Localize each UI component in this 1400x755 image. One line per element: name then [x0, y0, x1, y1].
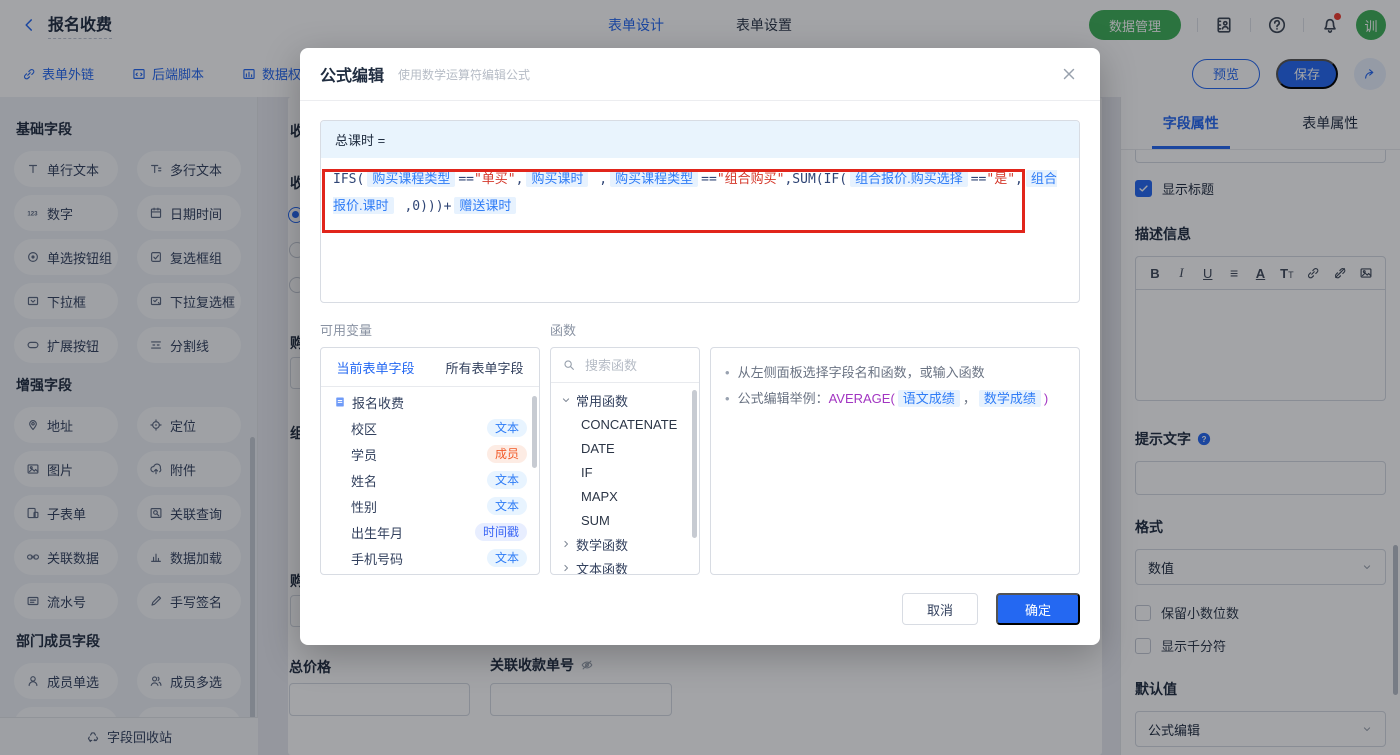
variable-field-row[interactable]: 出生年月 时间戳: [321, 519, 539, 545]
function-group[interactable]: 数学函数: [551, 532, 699, 556]
function-group[interactable]: 常用函数: [551, 388, 699, 412]
help-label-spacer: [710, 320, 1080, 340]
function-item[interactable]: IF: [551, 460, 699, 484]
function-group[interactable]: 文本函数: [551, 556, 699, 574]
help-box: 从左侧面板选择字段名和函数，或输入函数 公式编辑举例：AVERAGE(语文成绩，…: [710, 347, 1080, 575]
formula-token-field: 购买课时: [526, 170, 589, 187]
function-item[interactable]: DATE: [551, 436, 699, 460]
formula-token-code: ，: [962, 391, 976, 406]
field-type-badge: 文本: [486, 419, 527, 437]
formula-token-code: ==: [970, 172, 987, 187]
formula-token-field: 数学成绩: [978, 390, 1041, 407]
variable-field-row[interactable]: 性别 文本: [321, 493, 539, 519]
functions-label: 函数: [550, 323, 577, 338]
modal-title: 公式编辑: [320, 68, 385, 85]
modal-subtitle: 使用数学运算符编辑公式: [398, 67, 531, 82]
formula-token-code: ,: [591, 172, 608, 187]
functions-column: 函数 常用函数CONCATENATEDATEIFMAPXSUM数学函数文本函数: [550, 320, 700, 575]
formula-expression[interactable]: IFS(购买课程类型 =="单买", 购买课时 , 购买课程类型 =="组合购买",SU…: [321, 158, 1079, 228]
functions-scrollbar[interactable]: [692, 390, 697, 538]
functions-box: 常用函数CONCATENATEDATEIFMAPXSUM数学函数文本函数: [550, 347, 700, 575]
function-item[interactable]: MAPX: [551, 484, 699, 508]
variable-field-row[interactable]: 校区 文本: [321, 415, 539, 441]
field-type-badge: 时间戳: [474, 523, 527, 541]
confirm-button[interactable]: 确定: [996, 593, 1080, 625]
app-root: 报名收费 表单设计 表单设置 数据管理 训 表单外链 后端脚本 数据权限 预览 保存…: [0, 0, 1400, 755]
form-tree-root[interactable]: 报名收费: [321, 389, 539, 415]
variables-scrollbar[interactable]: [532, 396, 537, 468]
tab-current-form-fields[interactable]: 当前表单字段: [321, 358, 430, 377]
formula-token-str: "是": [986, 172, 1016, 187]
function-item[interactable]: CONCATENATE: [551, 412, 699, 436]
variables-label: 可用变量: [320, 323, 373, 338]
variables-tabs: 当前表单字段 所有表单字段: [321, 348, 539, 387]
help-tip: 从左侧面板选择字段名和函数，或输入函数: [725, 362, 1065, 384]
formula-token-code: IFS(: [333, 172, 365, 187]
formula-editor-box[interactable]: 总课时 = IFS(购买课程类型 =="单买", 购买课时 , 购买课程类型 =="组合…: [320, 120, 1080, 303]
chevdown-icon: [560, 394, 572, 406]
formula-token-fn: AVERAGE(: [828, 391, 895, 406]
modal-header: 公式编辑 使用数学运算符编辑公式: [300, 48, 1100, 101]
help-column: 从左侧面板选择字段名和函数，或输入函数 公式编辑举例：AVERAGE(语文成绩，…: [710, 320, 1080, 575]
formula-token-code: ,SUM(IF(: [784, 172, 848, 187]
variable-field-row[interactable]: 学员 成员: [321, 441, 539, 467]
chevright-icon: [560, 538, 572, 550]
variable-field-row[interactable]: 姓名 文本: [321, 467, 539, 493]
variable-field-row[interactable]: 手机号码 文本: [321, 545, 539, 571]
formula-token-code: ,0)))+: [396, 199, 452, 214]
formula-token-fn: ): [1043, 391, 1049, 406]
variables-column: 可用变量 当前表单字段 所有表单字段 报名收费 校区 文本 学员 成员 姓名 文本 性别 文本…: [320, 320, 540, 575]
field-type-badge: 成员: [486, 445, 527, 463]
modal-columns: 可用变量 当前表单字段 所有表单字段 报名收费 校区 文本 学员 成员 姓名 文本 性别 文本…: [320, 320, 1080, 575]
close-icon[interactable]: [1060, 65, 1078, 83]
function-item[interactable]: SUM: [551, 508, 699, 532]
formula-token-str: "单买": [473, 172, 516, 187]
tab-all-form-fields[interactable]: 所有表单字段: [430, 358, 539, 377]
form-doc-icon: [334, 396, 346, 408]
formula-token-field: 组合报价.购买选择: [850, 170, 968, 187]
formula-token-field: 语文成绩: [897, 390, 960, 407]
formula-token-str: "组合购买": [716, 172, 785, 187]
field-type-badge: 文本: [486, 471, 527, 489]
formula-target: 总课时 =: [321, 121, 1079, 158]
chevright-icon: [560, 562, 572, 574]
variables-box: 当前表单字段 所有表单字段 报名收费 校区 文本 学员 成员 姓名 文本 性别 文本 出生年月时…: [320, 347, 540, 575]
help-example: 公式编辑举例：AVERAGE(语文成绩，数学成绩): [725, 388, 1065, 410]
field-type-badge: 文本: [486, 497, 527, 515]
field-type-badge: 文本: [486, 549, 527, 567]
function-search[interactable]: [551, 348, 699, 383]
formula-editor-modal: 公式编辑 使用数学运算符编辑公式 总课时 = IFS(购买课程类型 =="单买",…: [300, 48, 1100, 645]
formula-token-field: 赠送课时: [454, 197, 517, 214]
formula-token-code: ,: [1015, 172, 1023, 187]
formula-token-field: 购买课程类型: [610, 170, 699, 187]
search-icon: [562, 358, 576, 372]
modal-footer: 取消 确定: [902, 593, 1080, 625]
function-search-input[interactable]: [583, 356, 688, 374]
formula-token-code: ,: [515, 172, 524, 187]
formula-token-code: ==: [701, 172, 717, 187]
formula-token-code: ==: [458, 172, 474, 187]
cancel-button[interactable]: 取消: [902, 593, 978, 625]
formula-token-field: 购买课程类型: [367, 170, 456, 187]
